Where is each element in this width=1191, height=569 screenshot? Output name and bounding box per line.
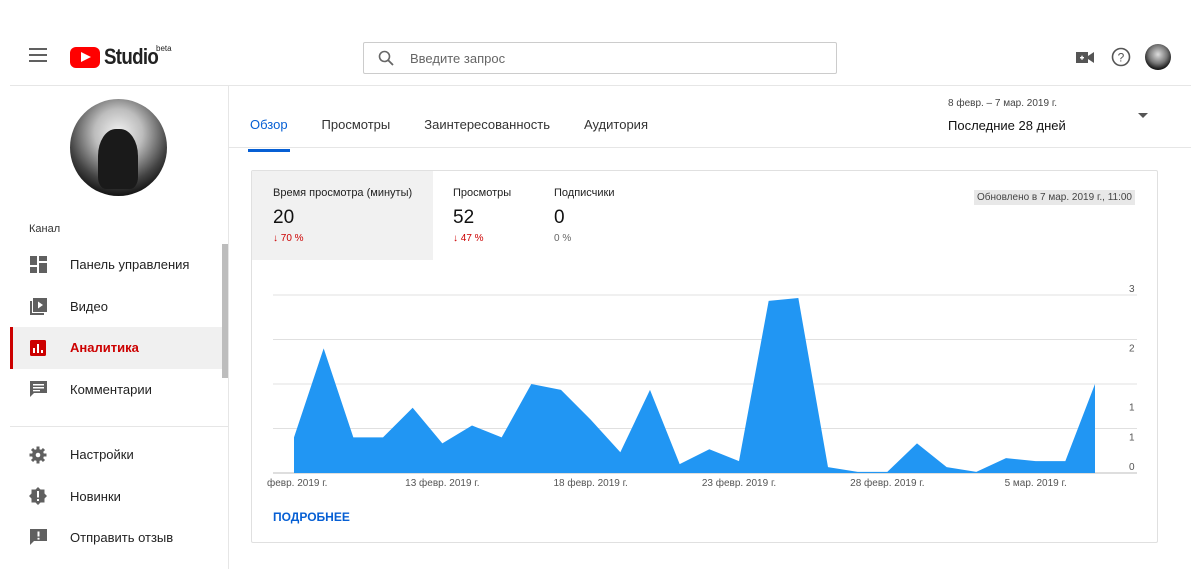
sidebar-nav: Панель управления Видео Аналитика Коммен… <box>10 244 228 410</box>
chart-area-series[interactable] <box>294 297 1095 473</box>
channel-label: Канал <box>29 223 61 235</box>
analytics-icon <box>29 339 47 357</box>
sidebar-item-settings[interactable]: Настройки <box>10 434 228 476</box>
sidebar-item-label: Панель управления <box>70 257 190 273</box>
more-link[interactable]: ПОДРОБНЕЕ <box>273 510 350 524</box>
chart-x-tick-label: февр. 2019 г. <box>267 477 327 489</box>
help-icon[interactable]: ? <box>1109 45 1133 69</box>
tab-audience[interactable]: Аудитория <box>584 117 648 140</box>
youtube-studio-logo[interactable]: Studio beta <box>70 44 172 70</box>
chart-x-tick-label: 28 февр. 2019 г. <box>850 477 924 489</box>
gear-icon <box>29 446 47 464</box>
tab-engagement[interactable]: Заинтересованность <box>424 117 550 140</box>
chart-x-tick-label: 23 февр. 2019 г. <box>702 477 776 489</box>
account-avatar[interactable] <box>1145 44 1171 70</box>
tab-overview[interactable]: Обзор <box>248 117 290 152</box>
search-icon <box>378 50 394 66</box>
sidebar-item-comments[interactable]: Комментарии <box>10 369 228 411</box>
video-icon <box>29 297 47 315</box>
sidebar-item-label: Настройки <box>70 447 134 463</box>
whats-new-icon <box>29 487 47 506</box>
hamburger-menu-icon[interactable] <box>29 48 47 62</box>
sidebar: Канал Панель управления Видео Аналитика … <box>10 86 229 569</box>
date-range-dates: 8 февр. – 7 мар. 2019 г. <box>948 98 1058 109</box>
overview-card: Время просмотра (минуты) 20 ↓ 70 % Просм… <box>251 170 1158 543</box>
date-range-selector[interactable]: 8 февр. – 7 мар. 2019 г. Последние 28 дн… <box>948 98 1066 133</box>
date-range-label: Последние 28 дней <box>948 118 1066 133</box>
create-video-icon[interactable] <box>1073 45 1097 69</box>
top-bar: Studio beta ? <box>10 0 1191 86</box>
sidebar-item-label: Новинки <box>70 488 121 504</box>
chart-x-tick-label: 5 мар. 2019 г. <box>1005 478 1067 489</box>
search-input[interactable] <box>408 49 812 67</box>
studio-wordmark: Studio <box>104 44 159 69</box>
sidebar-scrollbar[interactable] <box>222 244 228 378</box>
svg-text:?: ? <box>1118 51 1125 65</box>
sidebar-item-video[interactable]: Видео <box>10 286 228 328</box>
sidebar-item-whats-new[interactable]: Новинки <box>10 476 228 518</box>
feedback-icon <box>29 529 47 547</box>
sidebar-item-label: Аналитика <box>70 340 139 356</box>
chart-y-tick-label: 0 <box>1129 462 1135 473</box>
sidebar-item-analytics[interactable]: Аналитика <box>10 327 228 369</box>
search-box[interactable] <box>363 42 837 74</box>
beta-label: beta <box>156 44 172 53</box>
sidebar-item-label: Отправить отзыв <box>70 530 174 546</box>
dashboard-icon <box>29 256 47 274</box>
sidebar-item-label: Видео <box>70 298 108 314</box>
sidebar-item-dashboard[interactable]: Панель управления <box>10 244 228 286</box>
chart-x-tick-label: 18 февр. 2019 г. <box>553 477 627 489</box>
watch-time-chart: 3 2 1 1 0 февр. 2019 г. 13 февр. 2019 г. 18 фев… <box>267 284 1137 489</box>
chart-y-tick-label: 1 <box>1129 403 1135 414</box>
sidebar-bottom-nav: Настройки Новинки Отправить отзыв <box>10 434 228 559</box>
tab-views[interactable]: Просмотры <box>322 117 391 140</box>
chart-x-tick-label: 13 февр. 2019 г. <box>405 477 479 489</box>
analytics-tabs: Обзор Просмотры Заинтересованность Аудит… <box>248 117 682 152</box>
youtube-play-icon <box>70 46 100 68</box>
channel-avatar[interactable] <box>70 99 167 196</box>
chart-y-tick-label: 1 <box>1129 432 1135 443</box>
chart-y-tick-label: 2 <box>1129 343 1135 354</box>
sidebar-item-label: Комментарии <box>70 381 152 397</box>
tabs-divider <box>229 147 1191 148</box>
chart-y-tick-label: 3 <box>1129 284 1135 295</box>
comments-icon <box>29 380 47 398</box>
sidebar-divider <box>10 426 228 427</box>
chevron-down-icon[interactable] <box>1138 113 1148 118</box>
sidebar-item-feedback[interactable]: Отправить отзыв <box>10 517 228 559</box>
